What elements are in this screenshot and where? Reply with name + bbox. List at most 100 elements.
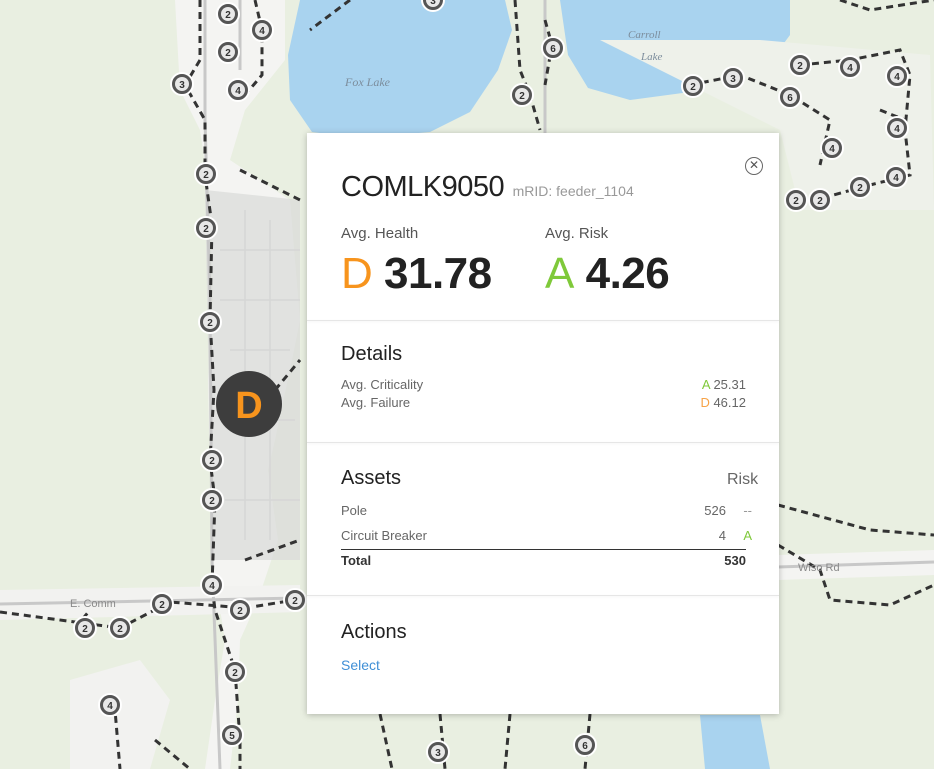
- map-node-marker[interactable]: 5: [220, 723, 244, 747]
- risk-score: 4.26: [585, 249, 670, 298]
- svg-text:5: 5: [229, 731, 235, 742]
- map-node-marker[interactable]: 4: [250, 18, 274, 42]
- svg-text:3: 3: [179, 80, 185, 91]
- feeder-health-marker[interactable]: D: [216, 371, 282, 437]
- svg-text:4: 4: [829, 144, 835, 155]
- map-node-marker[interactable]: 4: [98, 693, 122, 717]
- map-node-marker[interactable]: 2: [216, 40, 240, 64]
- assets-total-row: Total 530: [341, 553, 746, 569]
- criticality-label: Avg. Criticality: [341, 377, 424, 392]
- details-row-failure: Avg. Failure D 46.12: [341, 395, 746, 411]
- svg-text:2: 2: [117, 624, 123, 635]
- map-node-marker[interactable]: 2: [200, 488, 224, 512]
- map-node-marker[interactable]: 6: [573, 733, 597, 757]
- avg-health-label: Avg. Health: [341, 225, 419, 242]
- map-node-marker[interactable]: 4: [200, 573, 224, 597]
- popup-header: COMLK9050 mRID: feeder_1104: [341, 171, 634, 204]
- map-node-marker[interactable]: 4: [884, 165, 908, 189]
- svg-text:2: 2: [690, 82, 696, 93]
- avg-risk-value: A 4.26: [545, 249, 670, 299]
- close-icon[interactable]: ✕: [745, 157, 763, 175]
- svg-text:4: 4: [107, 701, 113, 712]
- svg-text:4: 4: [893, 173, 899, 184]
- avg-health-value: D 31.78: [341, 249, 492, 299]
- lake-label-fox: Fox Lake: [344, 75, 391, 89]
- svg-text:2: 2: [225, 10, 231, 21]
- risk-grade: A: [545, 249, 574, 298]
- map-node-marker[interactable]: 2: [216, 2, 240, 26]
- map-node-marker[interactable]: 2: [788, 53, 812, 77]
- map-node-marker[interactable]: 2: [194, 216, 218, 240]
- svg-text:4: 4: [235, 86, 241, 97]
- svg-text:2: 2: [203, 224, 209, 235]
- total-divider: [341, 549, 746, 550]
- map-node-marker[interactable]: 2: [194, 162, 218, 186]
- map-node-marker[interactable]: 2: [198, 310, 222, 334]
- feeder-marker-grade: D: [235, 385, 262, 427]
- failure-label: Avg. Failure: [341, 395, 411, 410]
- map-node-marker[interactable]: 2: [510, 83, 534, 107]
- map-node-marker[interactable]: 2: [283, 588, 307, 612]
- map-node-marker[interactable]: 6: [541, 36, 565, 60]
- svg-text:2: 2: [519, 91, 525, 102]
- map-node-marker[interactable]: 2: [808, 188, 832, 212]
- svg-text:2: 2: [237, 606, 243, 617]
- map-node-marker[interactable]: 2: [848, 175, 872, 199]
- asset-count: 4: [718, 528, 726, 543]
- asset-label: Pole: [341, 503, 368, 518]
- svg-text:2: 2: [797, 61, 803, 72]
- select-link[interactable]: Select: [341, 657, 380, 673]
- details-row-criticality: Avg. Criticality A 25.31: [341, 377, 746, 393]
- map-node-marker[interactable]: 4: [226, 78, 250, 102]
- failure-grade: D: [700, 395, 710, 410]
- svg-text:2: 2: [793, 196, 799, 207]
- map-node-marker[interactable]: 2: [223, 660, 247, 684]
- road-label-wiso-rd: Wiso Rd: [798, 562, 840, 574]
- asset-row-pole: Pole 526 --: [341, 503, 762, 519]
- svg-text:2: 2: [159, 600, 165, 611]
- health-grade: D: [341, 249, 373, 298]
- svg-text:4: 4: [894, 72, 900, 83]
- criticality-grade: A: [701, 377, 710, 392]
- map-node-marker[interactable]: 2: [200, 448, 224, 472]
- map-node-marker[interactable]: 3: [170, 72, 194, 96]
- map-node-marker[interactable]: 4: [885, 116, 909, 140]
- lake-label-carroll: Carroll: [628, 29, 661, 41]
- svg-text:3: 3: [435, 748, 441, 759]
- svg-text:2: 2: [232, 668, 238, 679]
- divider: [307, 442, 779, 443]
- svg-text:2: 2: [82, 624, 88, 635]
- asset-count: 526: [704, 503, 726, 518]
- svg-text:4: 4: [209, 581, 215, 592]
- map-node-marker[interactable]: 6: [778, 85, 802, 109]
- avg-risk-label: Avg. Risk: [545, 225, 609, 242]
- map-node-marker[interactable]: 3: [721, 66, 745, 90]
- map-node-marker[interactable]: 2: [73, 616, 97, 640]
- failure-value: 46.12: [713, 395, 746, 410]
- map-node-marker[interactable]: 2: [150, 592, 174, 616]
- map-node-marker[interactable]: 4: [820, 136, 844, 160]
- map-node-marker[interactable]: 3: [426, 740, 450, 764]
- asset-risk: --: [743, 503, 752, 518]
- map-node-marker[interactable]: 4: [885, 64, 909, 88]
- map-node-marker[interactable]: 2: [681, 74, 705, 98]
- criticality-value: 25.31: [713, 377, 746, 392]
- feeder-name: COMLK9050: [341, 171, 505, 203]
- asset-row-circuit-breaker: Circuit Breaker 4 A: [341, 528, 762, 544]
- health-score: 31.78: [384, 249, 492, 298]
- map-node-marker[interactable]: 2: [228, 598, 252, 622]
- map-node-marker[interactable]: 4: [838, 55, 862, 79]
- assets-risk-header: Risk: [727, 471, 759, 488]
- asset-label: Circuit Breaker: [341, 528, 427, 543]
- svg-text:2: 2: [207, 318, 213, 329]
- divider: [307, 320, 779, 321]
- svg-text:2: 2: [209, 456, 215, 467]
- assets-title: Assets: [341, 467, 402, 489]
- svg-text:2: 2: [292, 596, 298, 607]
- svg-text:2: 2: [857, 183, 863, 194]
- map-node-marker[interactable]: 2: [784, 188, 808, 212]
- map-node-marker[interactable]: 2: [108, 616, 132, 640]
- details-title: Details: [341, 343, 403, 365]
- total-value: 530: [724, 553, 746, 568]
- svg-text:4: 4: [894, 124, 900, 135]
